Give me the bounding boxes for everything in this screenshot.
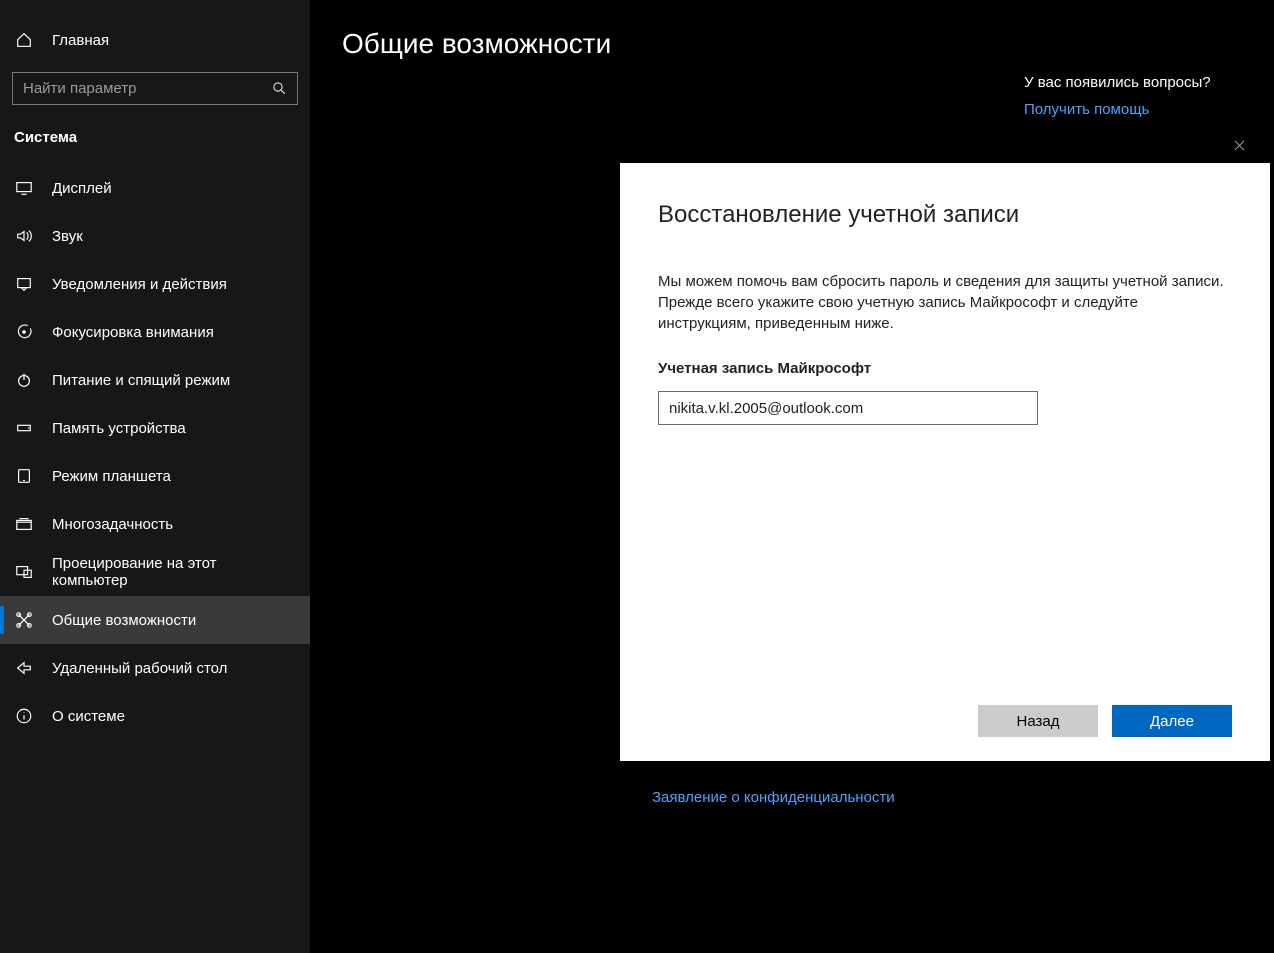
- dialog-text: Мы можем помочь вам сбросить пароль и св…: [658, 271, 1228, 334]
- close-button[interactable]: [1216, 131, 1262, 163]
- projecting-icon: [14, 562, 34, 582]
- nav-label: Фокусировка внимания: [52, 324, 214, 341]
- search-wrap: [0, 72, 310, 129]
- focus-icon: [14, 322, 34, 342]
- account-field-label: Учетная запись Майкрософт: [658, 360, 1232, 377]
- home-icon: [14, 30, 34, 50]
- dialog-buttons: Назад Далее: [978, 705, 1232, 737]
- display-icon: [14, 178, 34, 198]
- home-label: Главная: [52, 32, 109, 49]
- sidebar-item-display[interactable]: Дисплей: [0, 164, 310, 212]
- nav-label: Режим планшета: [52, 468, 171, 485]
- about-icon: [14, 706, 34, 726]
- sidebar-item-sound[interactable]: Звук: [0, 212, 310, 260]
- nav-list: Дисплей Звук Уведомления и действия Фоку…: [0, 164, 310, 740]
- storage-icon: [14, 418, 34, 438]
- dialog-body: Восстановление учетной записи Мы можем п…: [620, 163, 1270, 761]
- sidebar-item-multitask[interactable]: Многозадачность: [0, 500, 310, 548]
- next-button[interactable]: Далее: [1112, 705, 1232, 737]
- privacy-link[interactable]: Заявление о конфиденциальности: [652, 789, 895, 806]
- sidebar-item-notifications[interactable]: Уведомления и действия: [0, 260, 310, 308]
- shared-icon: [14, 610, 34, 630]
- search-box[interactable]: [12, 72, 298, 105]
- account-input[interactable]: [658, 391, 1038, 425]
- settings-sidebar: Главная Система Дисплей Звук Ув: [0, 0, 310, 953]
- sidebar-item-storage[interactable]: Память устройства: [0, 404, 310, 452]
- dialog-titlebar: [620, 131, 1270, 163]
- sidebar-item-tablet[interactable]: Режим планшета: [0, 452, 310, 500]
- close-icon: [1234, 138, 1245, 156]
- notifications-icon: [14, 274, 34, 294]
- account-recovery-dialog: Восстановление учетной записи Мы можем п…: [620, 131, 1270, 761]
- nav-label: Проецирование на этот компьютер: [52, 555, 296, 589]
- search-input[interactable]: [13, 73, 297, 104]
- sound-icon: [14, 226, 34, 246]
- nav-label: Удаленный рабочий стол: [52, 660, 227, 677]
- nav-label: Многозадачность: [52, 516, 173, 533]
- nav-label: Память устройства: [52, 420, 186, 437]
- sidebar-item-projecting[interactable]: Проецирование на этот компьютер: [0, 548, 310, 596]
- power-icon: [14, 370, 34, 390]
- back-button[interactable]: Назад: [978, 705, 1098, 737]
- home-nav[interactable]: Главная: [0, 30, 310, 72]
- section-heading: Система: [0, 129, 310, 164]
- nav-label: О системе: [52, 708, 125, 725]
- nav-label: Питание и спящий режим: [52, 372, 230, 389]
- nav-label: Общие возможности: [52, 612, 196, 629]
- nav-label: Уведомления и действия: [52, 276, 227, 293]
- sidebar-item-focus[interactable]: Фокусировка внимания: [0, 308, 310, 356]
- dialog-title: Восстановление учетной записи: [658, 201, 1232, 229]
- sidebar-item-about[interactable]: О системе: [0, 692, 310, 740]
- sidebar-item-remote[interactable]: Удаленный рабочий стол: [0, 644, 310, 692]
- nav-label: Дисплей: [52, 180, 112, 197]
- search-icon: [269, 79, 289, 99]
- help-heading: У вас появились вопросы?: [1024, 74, 1252, 91]
- tablet-icon: [14, 466, 34, 486]
- remote-icon: [14, 658, 34, 678]
- sidebar-item-power[interactable]: Питание и спящий режим: [0, 356, 310, 404]
- multitask-icon: [14, 514, 34, 534]
- main-pane: Общие возможности Заявление о конфиденци…: [310, 0, 1274, 953]
- help-link[interactable]: Получить помощь: [1024, 101, 1252, 118]
- sidebar-item-shared[interactable]: Общие возможности: [0, 596, 310, 644]
- nav-label: Звук: [52, 228, 83, 245]
